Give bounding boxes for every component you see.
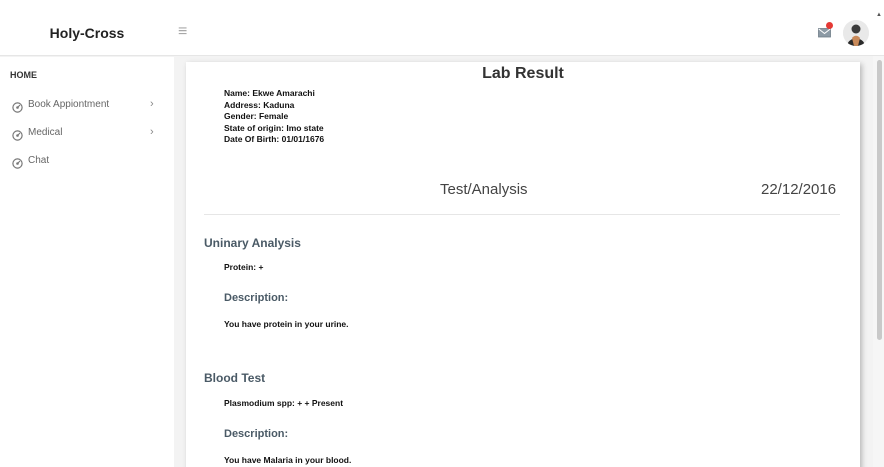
test-analysis-heading: Test/Analysis	[440, 181, 528, 198]
scroll-up-arrow-icon[interactable]: ▲	[876, 12, 882, 18]
section-title: Blood Test	[204, 371, 266, 385]
user-avatar[interactable]	[843, 20, 869, 46]
description-heading: Description:	[224, 428, 289, 440]
patient-state-of-origin: State of origin: Imo state	[224, 122, 324, 133]
patient-date-of-birth: Date Of Birth: 01/01/1676	[224, 134, 325, 144]
mail-icon[interactable]	[818, 22, 833, 38]
patient-gender: Gender: Female	[224, 111, 289, 121]
patient-address: Address: Kaduna	[224, 99, 295, 110]
lab-result-card: Lab Result Name: Ekwe Amarachi Address: …	[186, 62, 860, 467]
sidebar-item-label: Medical	[28, 127, 63, 138]
test-result: Protein: +	[224, 262, 264, 272]
brand-logo[interactable]: Holy-Cross	[0, 10, 174, 56]
description-text: You have Malaria in your blood.	[224, 455, 352, 465]
chevron-right-icon: ›	[150, 126, 154, 138]
sidebar-item-label: Book Appiontment	[28, 99, 110, 110]
page-title: Lab Result	[482, 65, 564, 82]
dashboard-icon	[12, 156, 23, 169]
notification-dot	[826, 22, 833, 29]
divider	[204, 214, 840, 215]
description-heading: Description:	[224, 292, 289, 304]
report-date: 22/12/2016	[761, 181, 837, 198]
chevron-right-icon: ›	[150, 98, 154, 110]
patient-info: Name: Ekwe Amarachi Address: Kaduna Gend…	[224, 88, 324, 146]
menu-toggle-icon[interactable]: ≡	[178, 24, 187, 40]
scrollbar-thumb[interactable]	[877, 60, 882, 340]
sidebar-heading-home[interactable]: HOME	[10, 70, 37, 80]
sidebar-item-book-appointment[interactable]: Book Appiontment ›	[0, 96, 174, 116]
test-result: Plasmodium spp: + + Present	[224, 398, 344, 408]
patient-name: Name: Ekwe Amarachi	[224, 88, 315, 98]
top-strip	[0, 0, 884, 10]
sidebar: HOME Book Appiontment › Medical › Chat	[0, 57, 174, 467]
sidebar-item-chat[interactable]: Chat	[0, 152, 174, 172]
sidebar-item-medical[interactable]: Medical ›	[0, 124, 174, 144]
sidebar-item-label: Chat	[28, 155, 50, 166]
top-bar: Holy-Cross ≡	[0, 10, 884, 56]
dashboard-icon	[12, 100, 23, 113]
description-text: You have protein in your urine.	[224, 319, 349, 329]
dashboard-icon	[12, 128, 23, 141]
section-title: Uninary Analysis	[204, 236, 301, 250]
